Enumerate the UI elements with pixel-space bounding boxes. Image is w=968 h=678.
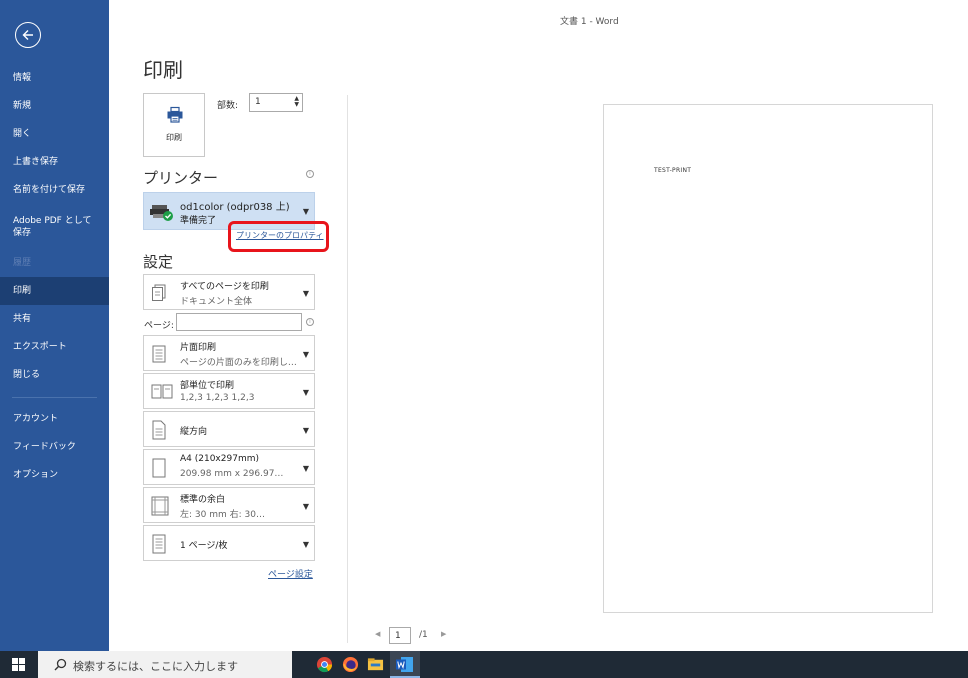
printer-ready-icon bbox=[150, 205, 173, 221]
pages-input[interactable] bbox=[176, 313, 302, 331]
pages-per-sheet-dropdown[interactable]: 1 ページ/枚 ▼ bbox=[143, 525, 315, 561]
taskbar-search-box[interactable]: 検索するには、ここに入力します bbox=[38, 651, 292, 678]
start-button[interactable] bbox=[0, 651, 38, 678]
dropdown-secondary-text: ページの片面のみを印刷し… bbox=[180, 358, 297, 368]
nav-new[interactable]: 新規 bbox=[0, 100, 109, 112]
next-page-icon[interactable]: ▶ bbox=[441, 630, 446, 638]
arrow-left-icon bbox=[22, 30, 33, 40]
print-button-label: 印刷 bbox=[166, 133, 182, 142]
nav-share[interactable]: 共有 bbox=[0, 313, 109, 325]
chevron-down-icon: ▼ bbox=[302, 350, 309, 359]
page-title: 印刷 bbox=[143, 58, 183, 82]
orientation-dropdown[interactable]: 縦方向 ▼ bbox=[143, 411, 315, 447]
copies-input[interactable]: 1 ▲ ▼ bbox=[249, 93, 303, 112]
dropdown-primary-text: 縦方向 bbox=[180, 427, 208, 437]
nav-feedback[interactable]: フィードバック bbox=[0, 441, 109, 453]
settings-heading: 設定 bbox=[143, 253, 174, 271]
nav-options[interactable]: オプション bbox=[0, 469, 109, 481]
pages-icon bbox=[152, 284, 166, 301]
printer-heading: プリンター bbox=[143, 169, 219, 187]
print-range-dropdown[interactable]: すべてのページを印刷 ドキュメント全体 ▼ bbox=[143, 274, 315, 310]
margins-dropdown[interactable]: 標準の余白 左: 30 mm 右: 30… ▼ bbox=[143, 487, 315, 523]
dropdown-secondary-text: 左: 30 mm 右: 30… bbox=[180, 510, 265, 520]
chrome-icon[interactable] bbox=[316, 656, 333, 673]
backstage-sidebar: 情報 新規 開く 上書き保存 名前を付けて保存 Adobe PDF として保存 … bbox=[0, 0, 109, 651]
nav-save-as[interactable]: 名前を付けて保存 bbox=[0, 184, 109, 196]
nav-open[interactable]: 開く bbox=[0, 128, 109, 140]
sides-dropdown[interactable]: 片面印刷 ページの片面のみを印刷し… ▼ bbox=[143, 335, 315, 371]
firefox-icon[interactable] bbox=[342, 656, 359, 673]
copies-spinner[interactable]: ▲ ▼ bbox=[294, 96, 299, 108]
taskbar: 検索するには、ここに入力します bbox=[0, 651, 968, 678]
nav-info[interactable]: 情報 bbox=[0, 72, 109, 84]
back-button[interactable] bbox=[15, 22, 41, 48]
chevron-down-icon: ▼ bbox=[302, 464, 309, 473]
chevron-down-icon: ▼ bbox=[302, 388, 309, 397]
dropdown-secondary-text: ドキュメント全体 bbox=[180, 297, 253, 307]
current-page-value: 1 bbox=[395, 631, 401, 641]
panel-divider bbox=[347, 95, 348, 643]
printer-status: 準備完了 bbox=[180, 216, 217, 226]
windows-icon bbox=[12, 658, 25, 671]
taskbar-word-button[interactable] bbox=[390, 651, 420, 678]
nav-export[interactable]: エクスポート bbox=[0, 341, 109, 353]
previous-page-icon[interactable]: ◀ bbox=[375, 630, 380, 638]
printer-icon bbox=[167, 106, 183, 123]
file-explorer-icon[interactable] bbox=[367, 656, 384, 673]
single-sided-icon bbox=[152, 345, 166, 363]
preview-document-text: TEST-PRINT bbox=[654, 167, 692, 174]
total-pages: /1 bbox=[419, 630, 428, 640]
dropdown-primary-text: 部単位で印刷 bbox=[180, 381, 235, 391]
print-button[interactable]: 印刷 bbox=[143, 93, 205, 157]
print-preview-page: TEST-PRINT bbox=[603, 104, 933, 613]
word-icon bbox=[396, 657, 413, 672]
chevron-down-icon: ▼ bbox=[302, 426, 309, 435]
info-icon[interactable]: i bbox=[306, 170, 314, 178]
dropdown-primary-text: 片面印刷 bbox=[180, 343, 217, 353]
dropdown-primary-text: A4 (210x297mm) bbox=[180, 454, 259, 464]
nav-save[interactable]: 上書き保存 bbox=[0, 156, 109, 168]
highlight-annotation bbox=[228, 221, 329, 252]
nav-print[interactable]: 印刷 bbox=[0, 277, 109, 305]
nav-save-as-adobe-pdf[interactable]: Adobe PDF として保存 bbox=[0, 215, 100, 239]
nav-history: 履歴 bbox=[13, 258, 32, 268]
pages-label: ページ: bbox=[144, 321, 174, 331]
nav-close[interactable]: 閉じる bbox=[0, 369, 109, 381]
current-page-input[interactable]: 1 bbox=[389, 627, 411, 644]
dropdown-secondary-text: 209.98 mm x 296.97… bbox=[180, 469, 284, 479]
copies-label: 部数: bbox=[217, 101, 239, 111]
paper-icon bbox=[152, 458, 166, 478]
copies-value: 1 bbox=[255, 97, 261, 107]
info-icon[interactable]: i bbox=[306, 318, 314, 326]
chevron-down-icon: ▼ bbox=[302, 502, 309, 511]
chevron-down-icon: ▼ bbox=[302, 207, 309, 216]
search-placeholder: 検索するには、ここに入力します bbox=[73, 660, 238, 673]
page-setup-link[interactable]: ページ設定 bbox=[268, 567, 313, 580]
nav-separator bbox=[12, 397, 97, 398]
printer-name: od1color (odpr038 上) bbox=[180, 202, 290, 213]
chevron-down-icon: ▼ bbox=[302, 289, 309, 298]
margins-icon bbox=[151, 496, 169, 516]
search-icon bbox=[54, 658, 67, 671]
dropdown-primary-text: 標準の余白 bbox=[180, 495, 226, 505]
dropdown-secondary-text: 1,2,3 1,2,3 1,2,3 bbox=[180, 393, 255, 403]
collate-dropdown[interactable]: 部単位で印刷 1,2,3 1,2,3 1,2,3 ▼ bbox=[143, 373, 315, 409]
dropdown-primary-text: すべてのページを印刷 bbox=[180, 282, 269, 292]
paper-size-dropdown[interactable]: A4 (210x297mm) 209.98 mm x 296.97… ▼ bbox=[143, 449, 315, 485]
portrait-icon bbox=[152, 420, 166, 440]
collate-icon bbox=[151, 384, 173, 399]
window-title: 文書 1 - Word bbox=[560, 17, 619, 27]
chevron-down-icon: ▼ bbox=[302, 540, 309, 549]
nav-account[interactable]: アカウント bbox=[0, 413, 109, 425]
dropdown-primary-text: 1 ページ/枚 bbox=[180, 541, 228, 551]
page-layout-icon bbox=[152, 534, 166, 554]
